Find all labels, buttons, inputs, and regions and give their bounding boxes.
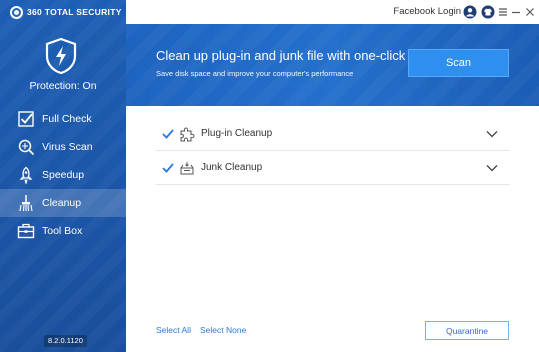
- toolbox-icon: [16, 221, 36, 241]
- facebook-login-link[interactable]: Facebook Login: [393, 6, 461, 17]
- cleanup-item-plugin[interactable]: Plug-in Cleanup: [156, 117, 510, 151]
- brand: 360 TOTAL SECURITY: [10, 5, 122, 19]
- select-none-link[interactable]: Select None: [200, 325, 246, 335]
- checkmark-icon[interactable]: [162, 128, 174, 140]
- junk-tray-icon: [179, 160, 195, 176]
- sidebar: 360 TOTAL SECURITY Protection: On Full C…: [0, 0, 126, 352]
- puzzle-icon: [179, 126, 195, 142]
- cleanup-item-junk[interactable]: Junk Cleanup: [156, 151, 510, 185]
- sidebar-item-label: Virus Scan: [42, 141, 93, 153]
- chevron-down-icon[interactable]: [486, 129, 498, 139]
- cleanup-item-label: Plug-in Cleanup: [201, 128, 273, 139]
- scan-button[interactable]: Scan: [408, 49, 509, 77]
- sidebar-item-full-check[interactable]: Full Check: [0, 105, 126, 133]
- banner-subtitle: Save disk space and improve your compute…: [156, 69, 354, 78]
- checklist-icon: [16, 109, 36, 129]
- checkmark-icon[interactable]: [162, 162, 174, 174]
- sidebar-item-cleanup[interactable]: Cleanup: [0, 189, 126, 217]
- user-icon[interactable]: [463, 5, 477, 19]
- rocket-icon: [16, 165, 36, 185]
- sidebar-nav: Full Check Virus Scan Speedup Cleanup To…: [0, 105, 126, 245]
- brand-name: 360 TOTAL SECURITY: [27, 7, 122, 17]
- shirt-icon[interactable]: [481, 5, 495, 19]
- sidebar-item-speedup[interactable]: Speedup: [0, 161, 126, 189]
- chevron-down-icon[interactable]: [486, 163, 498, 173]
- select-all-link[interactable]: Select All: [156, 325, 191, 335]
- sidebar-item-virus-scan[interactable]: Virus Scan: [0, 133, 126, 161]
- protection-status: Protection: On: [29, 80, 97, 92]
- sidebar-item-label: Speedup: [42, 169, 85, 181]
- cleanup-banner: Clean up plug-in and junk file with one-…: [126, 24, 539, 106]
- menu-icon[interactable]: [496, 5, 510, 19]
- version-label: 8.2.0.1120: [44, 335, 87, 347]
- brand-logo-icon: [10, 5, 23, 19]
- cleanup-item-label: Junk Cleanup: [201, 162, 263, 173]
- banner-title: Clean up plug-in and junk file with one-…: [156, 48, 406, 63]
- quarantine-button[interactable]: Quarantine: [425, 321, 509, 340]
- virus-scan-icon: [16, 137, 36, 157]
- shield-lightning-icon[interactable]: [44, 37, 78, 75]
- sidebar-item-label: Cleanup: [42, 197, 82, 209]
- close-icon[interactable]: [523, 5, 537, 19]
- broom-icon: [16, 193, 36, 213]
- sidebar-item-label: Tool Box: [42, 225, 83, 237]
- sidebar-item-tool-box[interactable]: Tool Box: [0, 217, 126, 245]
- sidebar-item-label: Full Check: [42, 113, 92, 125]
- minimize-icon[interactable]: [509, 5, 523, 19]
- title-bar: Facebook Login: [126, 0, 539, 24]
- cleanup-panel: Plug-in Cleanup Junk Cleanup Select All …: [126, 106, 539, 352]
